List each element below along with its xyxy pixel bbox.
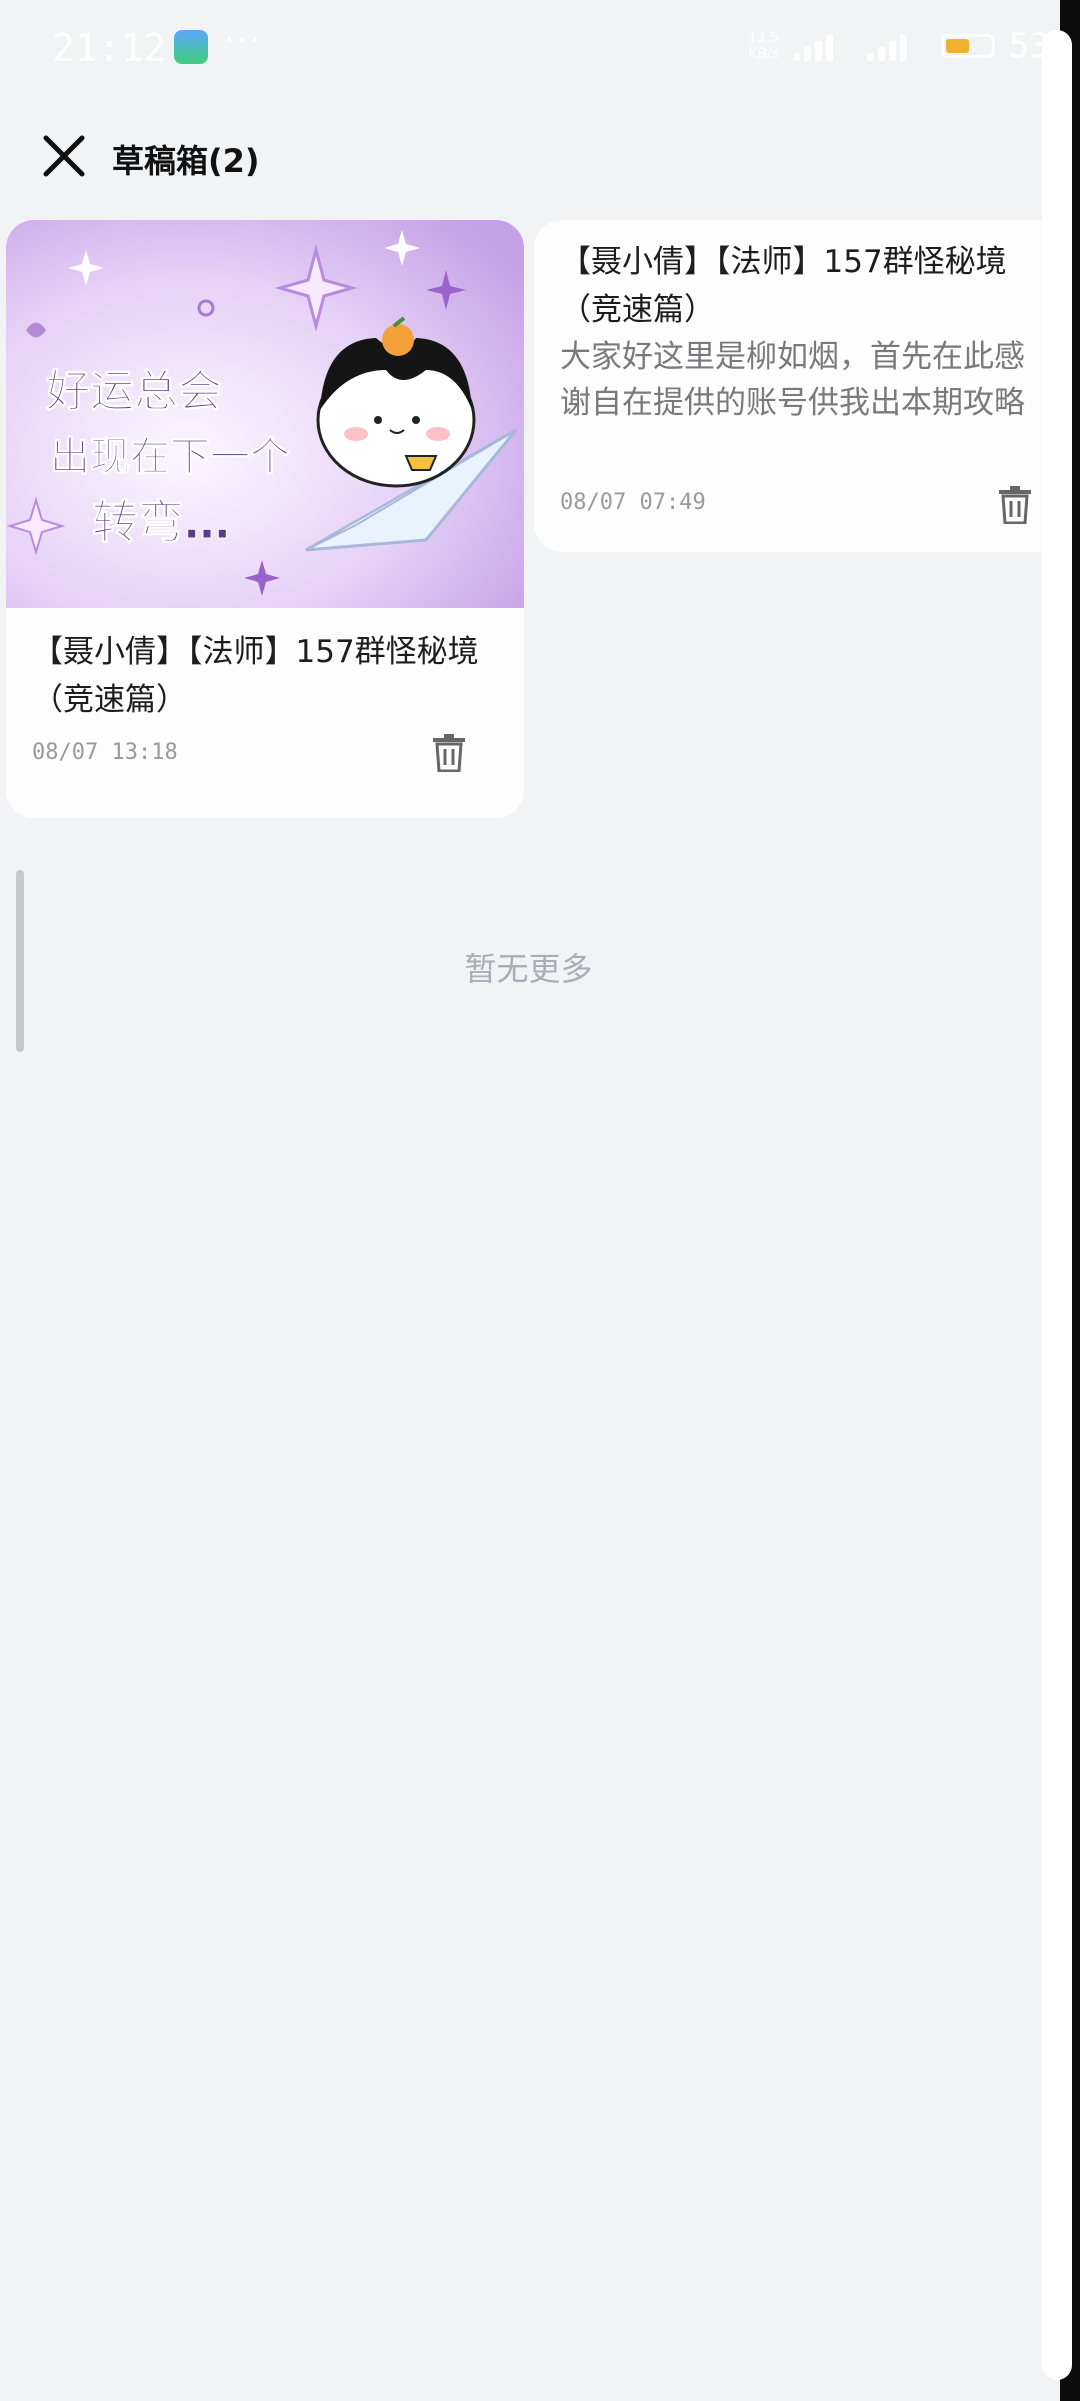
cover-text-line-1: 好运总会 <box>45 366 222 417</box>
draft-card[interactable]: 【聂小倩】【法师】157群怪秘境（竞速篇） 大家好这里是柳如烟，首先在此感谢自在… <box>534 220 1064 552</box>
signal-icon-2 <box>867 31 927 61</box>
status-time: 21:12 <box>52 26 167 70</box>
signal-icon <box>793 31 853 61</box>
network-speed: 13.5 KB/s <box>748 30 779 62</box>
network-speed-value: 13.5 <box>747 30 780 46</box>
screen-edge-curve <box>1042 30 1072 2380</box>
cover-text-line-2: 出现在下一个 <box>50 434 290 480</box>
draft-date: 08/07 13:18 <box>32 740 178 765</box>
app-notification-icon <box>174 30 208 64</box>
draft-excerpt: 大家好这里是柳如烟，首先在此感谢自在提供的账号供我出本期攻略 <box>560 339 1025 421</box>
trash-icon[interactable] <box>432 734 466 772</box>
draft-cover-image: 好运总会 出现在下一个 转弯… <box>6 220 524 608</box>
draft-title: 【聂小倩】【法师】157群怪秘境（竞速篇） <box>560 244 1007 328</box>
no-more-text: 暂无更多 <box>464 950 593 988</box>
cover-text-line-3: 转弯… <box>92 495 230 549</box>
battery-fill <box>946 39 970 53</box>
battery-icon <box>941 34 996 58</box>
more-notifications-icon: ··· <box>224 20 263 60</box>
draft-card[interactable]: 好运总会 出现在下一个 转弯… 【聂小倩】【法师】157群怪秘境（竞速篇） 08… <box>6 220 524 818</box>
status-right: 13.5 KB/s 53 <box>748 26 1050 66</box>
trash-icon[interactable] <box>998 486 1032 524</box>
status-bar: 21:12 ··· 13.5 KB/s 53 <box>0 0 1080 100</box>
draft-title: 【聂小倩】【法师】157群怪秘境（竞速篇） <box>32 634 479 718</box>
header: 草稿箱(2) <box>0 120 1080 190</box>
page-title: 草稿箱(2) <box>112 142 260 180</box>
draft-date: 08/07 07:49 <box>560 490 706 515</box>
close-icon[interactable] <box>40 132 88 180</box>
network-speed-unit: KB/s <box>748 46 779 62</box>
